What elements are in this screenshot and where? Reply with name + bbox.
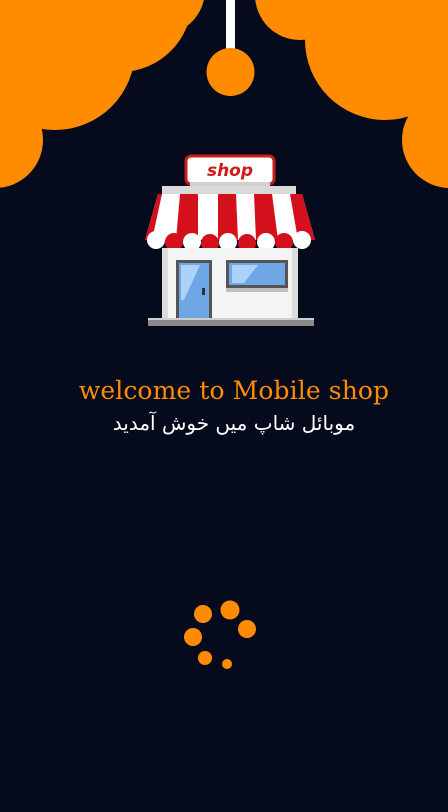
welcome-title-urdu: موبائل شاپ میں خوش آمدید xyxy=(112,411,356,435)
spinner-dot xyxy=(238,620,256,638)
spinner-dot xyxy=(198,651,212,665)
spinner-dot xyxy=(220,600,240,620)
lamp-cord xyxy=(226,0,235,52)
spinner-dot xyxy=(194,605,212,623)
spinner-dot xyxy=(222,659,232,669)
shop-store-icon: shop xyxy=(145,154,315,326)
shop-sign-label: shop xyxy=(207,161,253,181)
spinner-dot xyxy=(184,628,202,646)
welcome-title-english: welcome to Mobile shop xyxy=(78,376,390,405)
lamp-bulb xyxy=(206,48,255,96)
loading-spinner-icon xyxy=(184,600,256,669)
